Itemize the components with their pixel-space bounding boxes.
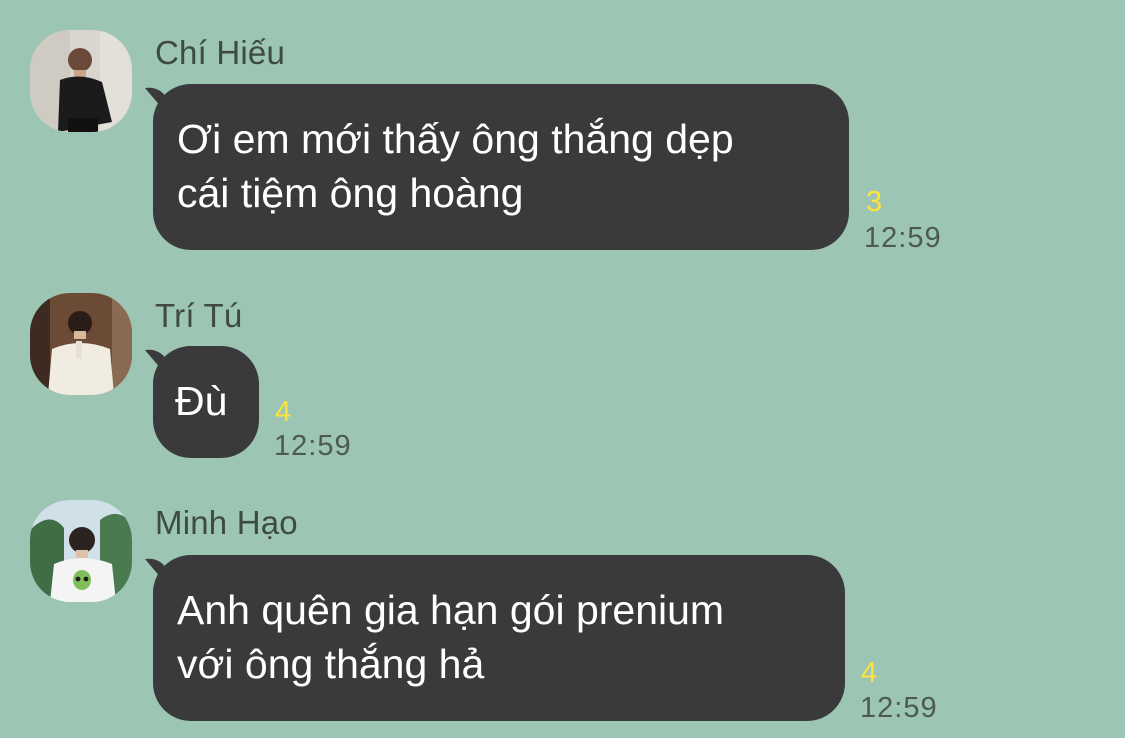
unread-count: 4	[861, 657, 878, 689]
user-avatar-icon	[30, 500, 132, 602]
message-time: 12:59	[274, 430, 352, 462]
message-bubble[interactable]: Anh quên gia hạn gói prenium với ông thắ…	[153, 555, 845, 721]
message-time: 12:59	[860, 692, 938, 724]
sender-name: Chí Hiếu	[155, 34, 285, 71]
user-avatar-icon	[30, 30, 132, 132]
unread-count: 3	[866, 186, 883, 218]
message-bubble[interactable]: Đù	[153, 346, 259, 458]
sender-name: Minh Hạo	[155, 504, 298, 541]
avatar[interactable]	[30, 30, 132, 132]
message-bubble[interactable]: Ơi em mới thấy ông thắng dẹp cái tiệm ôn…	[153, 84, 849, 250]
sender-name: Trí Tú	[155, 297, 243, 334]
user-avatar-icon	[30, 293, 132, 395]
message-time: 12:59	[864, 222, 942, 254]
avatar[interactable]	[30, 500, 132, 602]
avatar[interactable]	[30, 293, 132, 395]
chat-message-list: Chí Hiếu Ơi em mới thấy ông thắng dẹp cá…	[0, 0, 1125, 738]
unread-count: 4	[275, 396, 292, 428]
